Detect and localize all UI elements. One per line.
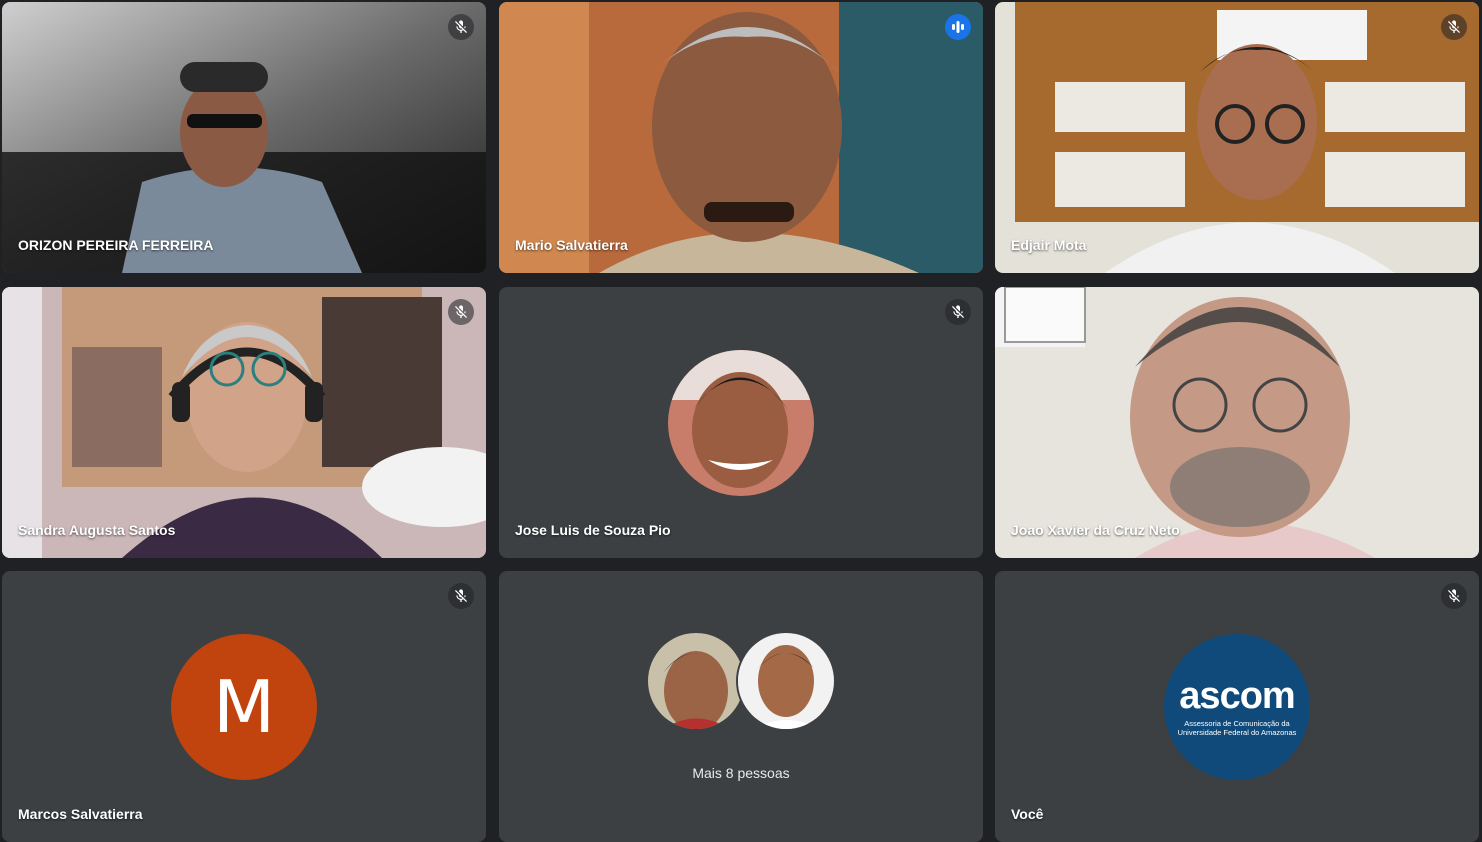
self-tile[interactable]: ascom Assessoria de Comunicação da Unive… xyxy=(995,571,1479,842)
avatar xyxy=(736,631,836,731)
more-avatars xyxy=(646,631,836,731)
more-participants-label: Mais 8 pessoas xyxy=(692,765,790,781)
mic-off-icon xyxy=(945,299,971,325)
video-feed xyxy=(499,2,983,273)
participant-name: Você xyxy=(1011,806,1044,822)
participant-name: Marcos Salvatierra xyxy=(18,806,143,822)
participant-name: Mario Salvatierra xyxy=(515,237,628,253)
video-feed xyxy=(995,287,1479,558)
logo-subtitle: Assessoria de Comunicação da Universidad… xyxy=(1177,718,1297,737)
ascom-logo-avatar: ascom Assessoria de Comunicação da Unive… xyxy=(1164,633,1310,780)
participant-tile[interactable]: Edjair Mota xyxy=(995,2,1479,273)
mic-off-icon xyxy=(448,14,474,40)
participant-tile[interactable]: Jose Luis de Souza Pio xyxy=(499,287,983,558)
video-feed xyxy=(2,287,486,558)
mic-off-icon xyxy=(1441,14,1467,40)
avatar xyxy=(668,349,814,496)
participant-tile[interactable]: Sandra Augusta Santos xyxy=(2,287,486,558)
avatar: M xyxy=(171,633,317,780)
mic-off-icon xyxy=(1441,583,1467,609)
participant-tile[interactable]: M Marcos Salvatierra xyxy=(2,571,486,842)
logo-wordmark: ascom xyxy=(1179,674,1295,717)
participant-grid: ORIZON PEREIRA FERREIRA Mario Salvatierr… xyxy=(0,0,1482,842)
participant-name: ORIZON PEREIRA FERREIRA xyxy=(18,237,214,253)
video-feed xyxy=(2,2,486,273)
avatar xyxy=(646,631,746,731)
mic-off-icon xyxy=(448,299,474,325)
participant-tile[interactable]: ORIZON PEREIRA FERREIRA xyxy=(2,2,486,273)
audio-levels-icon xyxy=(945,14,971,40)
participant-name: Sandra Augusta Santos xyxy=(18,522,176,538)
participant-tile-active-speaker[interactable]: Mario Salvatierra xyxy=(499,2,983,273)
video-feed xyxy=(995,2,1479,273)
participant-name: Jose Luis de Souza Pio xyxy=(515,522,671,538)
mic-off-icon xyxy=(448,583,474,609)
participant-name: Edjair Mota xyxy=(1011,237,1087,253)
more-participants-tile[interactable]: Mais 8 pessoas xyxy=(499,571,983,842)
participant-tile[interactable]: Joao Xavier da Cruz Neto xyxy=(995,287,1479,558)
participant-name: Joao Xavier da Cruz Neto xyxy=(1011,522,1180,538)
